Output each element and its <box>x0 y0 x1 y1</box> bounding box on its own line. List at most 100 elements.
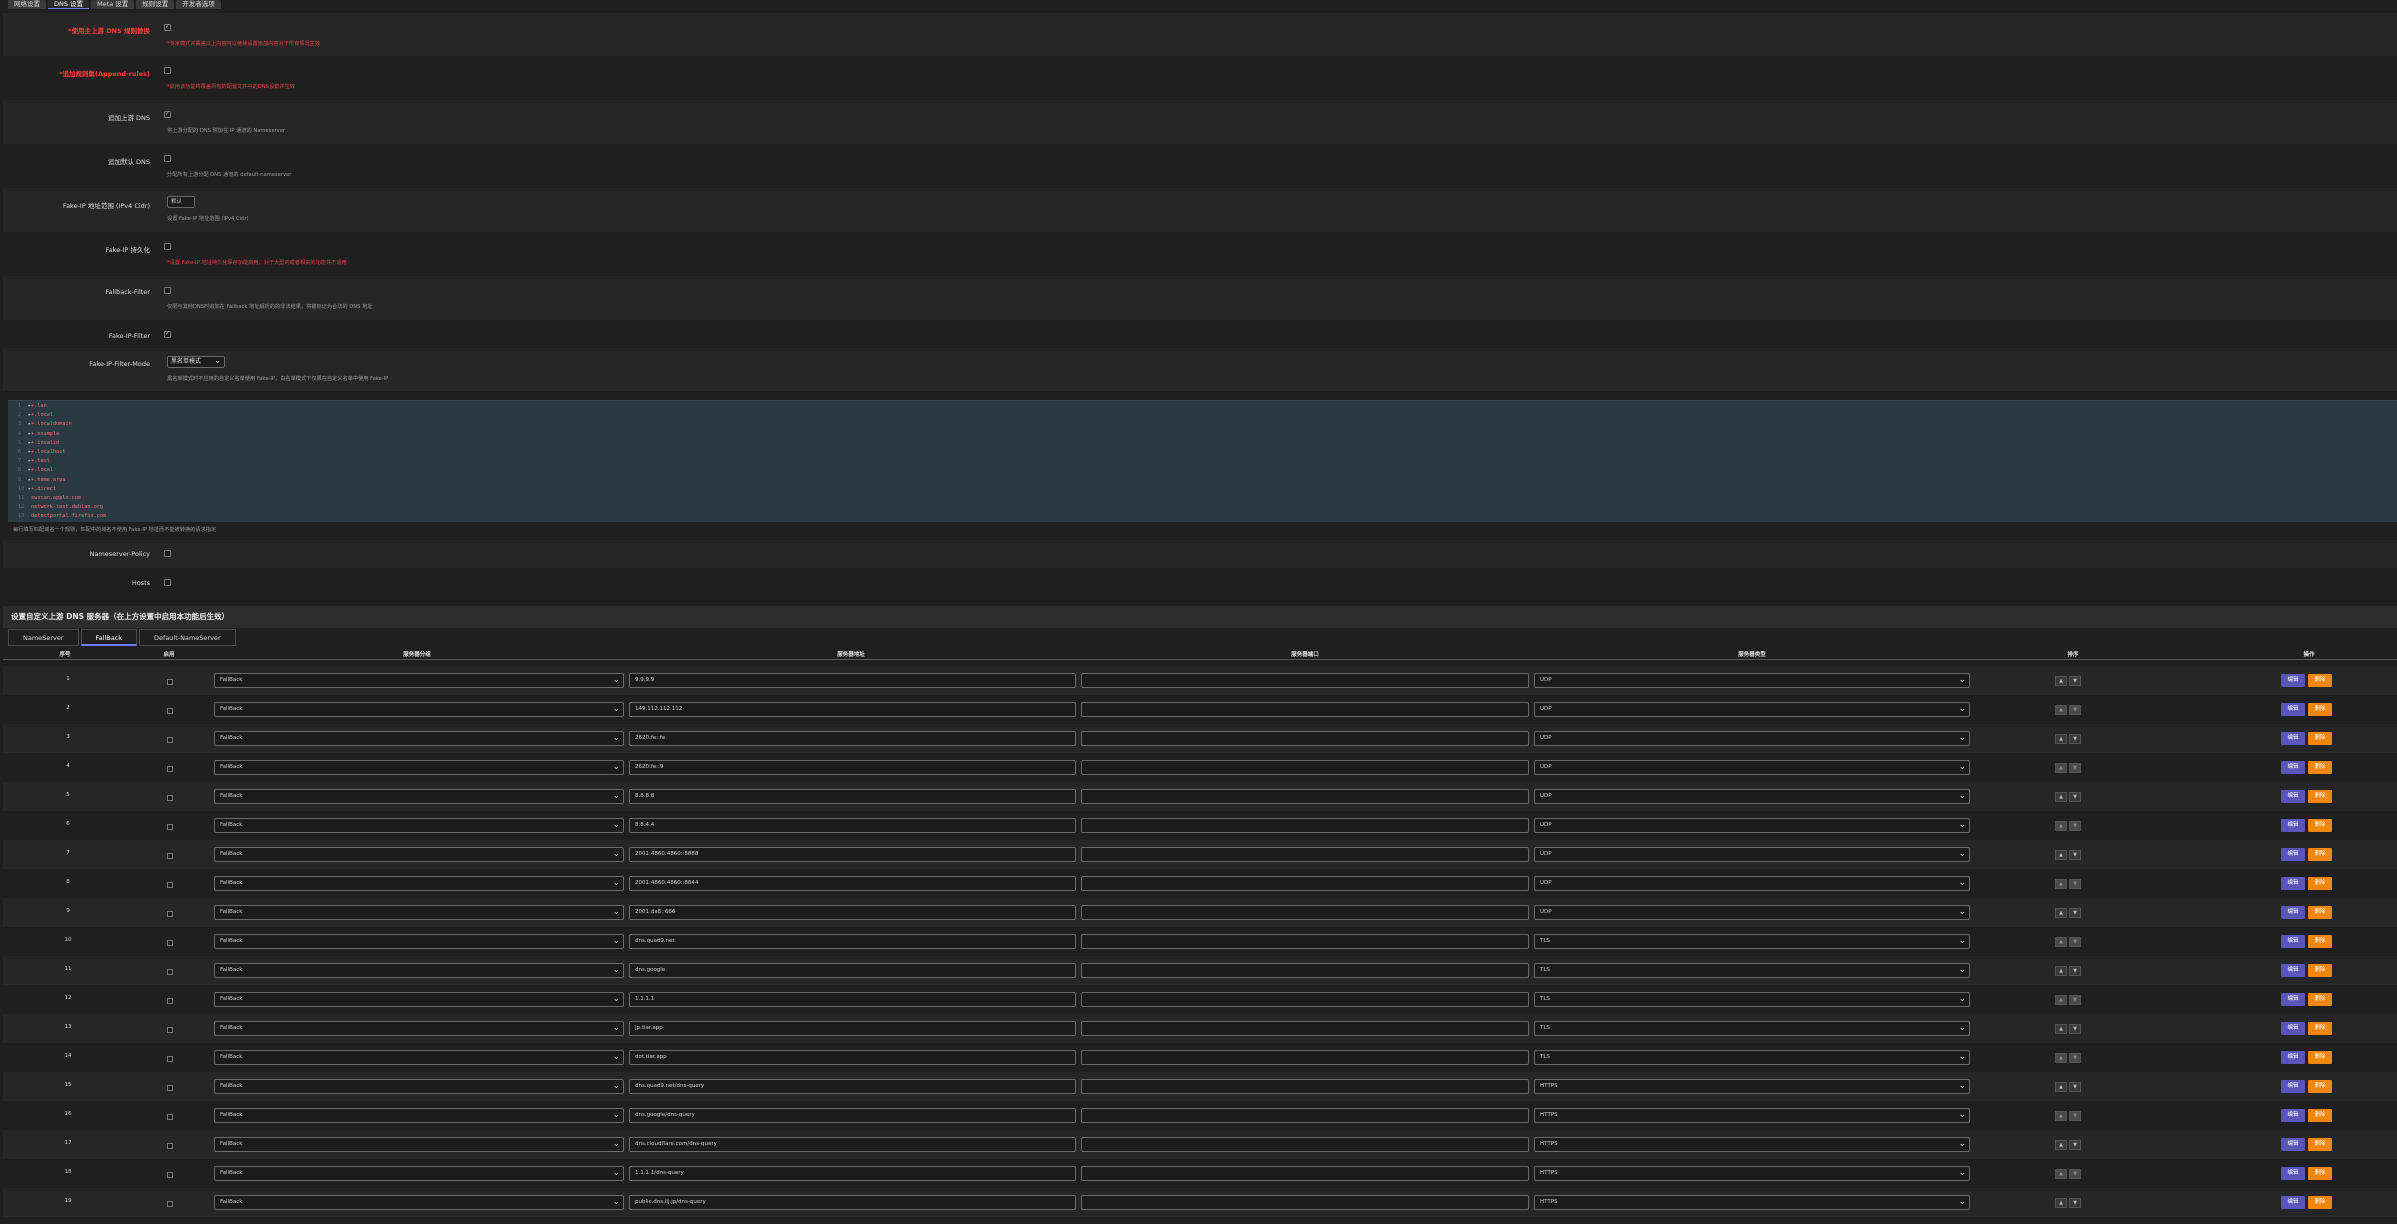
group-select[interactable]: FallBack ⌄ <box>214 1108 624 1123</box>
address-input[interactable]: 2001:da8::666 <box>629 905 1076 920</box>
row-enable-checkbox[interactable] <box>167 998 173 1004</box>
setting-checkbox[interactable] <box>164 67 171 74</box>
delete-button[interactable]: 删除 <box>2308 819 2332 832</box>
type-select[interactable]: TLS ⌄ <box>1534 963 1970 978</box>
group-select[interactable]: FallBack ⌄ <box>214 1021 624 1036</box>
move-up-button[interactable]: ▲ <box>2055 937 2067 947</box>
port-input[interactable] <box>1081 702 1529 717</box>
address-input[interactable]: 2620:fe::9 <box>629 760 1076 775</box>
address-input[interactable]: 1.1.1.1 <box>629 992 1076 1007</box>
row-enable-checkbox[interactable] <box>167 969 173 975</box>
type-select[interactable]: TLS ⌄ <box>1534 1050 1970 1065</box>
port-input[interactable] <box>1081 876 1529 891</box>
setting-checkbox[interactable] <box>164 330 171 338</box>
move-up-button[interactable]: ▲ <box>2055 763 2067 773</box>
move-up-button[interactable]: ▲ <box>2055 850 2067 860</box>
group-select[interactable]: FallBack ⌄ <box>214 818 624 833</box>
edit-button[interactable]: 编辑 <box>2281 993 2305 1006</box>
type-select[interactable]: HTTPS ⌄ <box>1534 1108 1970 1123</box>
move-up-button[interactable]: ▲ <box>2055 1169 2067 1179</box>
port-input[interactable] <box>1081 1108 1529 1123</box>
type-select[interactable]: UDP ⌄ <box>1534 789 1970 804</box>
tab-2[interactable]: Meta 设置 <box>91 0 135 9</box>
address-input[interactable]: jp.tiar.app <box>629 1021 1076 1036</box>
move-down-button[interactable]: ▼ <box>2069 1140 2081 1150</box>
port-input[interactable] <box>1081 818 1529 833</box>
edit-button[interactable]: 编辑 <box>2281 761 2305 774</box>
edit-button[interactable]: 编辑 <box>2281 1051 2305 1064</box>
edit-button[interactable]: 编辑 <box>2281 964 2305 977</box>
move-up-button[interactable]: ▲ <box>2055 821 2067 831</box>
move-up-button[interactable]: ▲ <box>2055 908 2067 918</box>
group-select[interactable]: FallBack ⌄ <box>214 992 624 1007</box>
delete-button[interactable]: 删除 <box>2308 1080 2332 1093</box>
type-select[interactable]: TLS ⌄ <box>1534 992 1970 1007</box>
port-input[interactable] <box>1081 1079 1529 1094</box>
address-input[interactable]: 1.1.1.1/dns-query <box>629 1166 1076 1181</box>
type-select[interactable]: UDP ⌄ <box>1534 673 1970 688</box>
row-enable-checkbox[interactable] <box>167 1143 173 1149</box>
delete-button[interactable]: 删除 <box>2308 964 2332 977</box>
move-up-button[interactable]: ▲ <box>2055 1140 2067 1150</box>
move-up-button[interactable]: ▲ <box>2055 879 2067 889</box>
move-down-button[interactable]: ▼ <box>2069 1111 2081 1121</box>
move-down-button[interactable]: ▼ <box>2069 1169 2081 1179</box>
move-up-button[interactable]: ▲ <box>2055 1053 2067 1063</box>
subtab-0[interactable]: NameServer <box>8 629 79 646</box>
row-enable-checkbox[interactable] <box>167 824 173 830</box>
edit-button[interactable]: 编辑 <box>2281 674 2305 687</box>
group-select[interactable]: FallBack ⌄ <box>214 1079 624 1094</box>
type-select[interactable]: HTTPS ⌄ <box>1534 1195 1970 1210</box>
move-down-button[interactable]: ▼ <box>2069 995 2081 1005</box>
address-input[interactable]: dns.quad9.net/dns-query <box>629 1079 1076 1094</box>
move-down-button[interactable]: ▼ <box>2069 879 2081 889</box>
setting-checkbox[interactable] <box>164 243 171 250</box>
row-enable-checkbox[interactable] <box>167 1085 173 1091</box>
setting-checkbox[interactable] <box>164 155 171 162</box>
tab-1[interactable]: DNS 设置 <box>48 0 90 9</box>
type-select[interactable]: HTTPS ⌄ <box>1534 1079 1970 1094</box>
type-select[interactable]: TLS ⌄ <box>1534 934 1970 949</box>
delete-button[interactable]: 删除 <box>2308 1109 2332 1122</box>
move-down-button[interactable]: ▼ <box>2069 966 2081 976</box>
setting-checkbox[interactable] <box>164 287 171 294</box>
group-select[interactable]: FallBack ⌄ <box>214 760 624 775</box>
edit-button[interactable]: 编辑 <box>2281 1167 2305 1180</box>
address-input[interactable]: dns.google <box>629 963 1076 978</box>
delete-button[interactable]: 删除 <box>2308 1138 2332 1151</box>
port-input[interactable] <box>1081 905 1529 920</box>
setting-checkbox[interactable] <box>164 23 171 31</box>
port-input[interactable] <box>1081 789 1529 804</box>
move-down-button[interactable]: ▼ <box>2069 792 2081 802</box>
row-enable-checkbox[interactable] <box>167 1027 173 1033</box>
row-enable-checkbox[interactable] <box>167 882 173 888</box>
row-enable-checkbox[interactable] <box>167 853 173 859</box>
port-input[interactable] <box>1081 760 1529 775</box>
type-select[interactable]: UDP ⌄ <box>1534 876 1970 891</box>
type-select[interactable]: HTTPS ⌄ <box>1534 1137 1970 1152</box>
edit-button[interactable]: 编辑 <box>2281 819 2305 832</box>
move-up-button[interactable]: ▲ <box>2055 792 2067 802</box>
group-select[interactable]: FallBack ⌄ <box>214 847 624 862</box>
row-enable-checkbox[interactable] <box>167 795 173 801</box>
move-up-button[interactable]: ▲ <box>2055 1082 2067 1092</box>
edit-button[interactable]: 编辑 <box>2281 790 2305 803</box>
move-down-button[interactable]: ▼ <box>2069 908 2081 918</box>
type-select[interactable]: UDP ⌄ <box>1534 847 1970 862</box>
row-enable-checkbox[interactable] <box>167 766 173 772</box>
move-up-button[interactable]: ▲ <box>2055 676 2067 686</box>
address-input[interactable]: 8.8.8.8 <box>629 789 1076 804</box>
row-enable-checkbox[interactable] <box>167 737 173 743</box>
group-select[interactable]: FallBack ⌄ <box>214 905 624 920</box>
row-enable-checkbox[interactable] <box>167 911 173 917</box>
edit-button[interactable]: 编辑 <box>2281 1080 2305 1093</box>
row-enable-checkbox[interactable] <box>167 679 173 685</box>
fake-ip-filter-editor[interactable]: 1 ▸+.lan 2 ▸+.local 3 ▸+.localdomain 4 ▸+.examp… <box>8 400 2397 522</box>
group-select[interactable]: FallBack ⌄ <box>214 702 624 717</box>
address-input[interactable]: dot.tiar.app <box>629 1050 1076 1065</box>
row-enable-checkbox[interactable] <box>167 1201 173 1207</box>
address-input[interactable]: 2001:4860:4860::8888 <box>629 847 1076 862</box>
port-input[interactable] <box>1081 847 1529 862</box>
address-input[interactable]: public.dns.iij.jp/dns-query <box>629 1195 1076 1210</box>
type-select[interactable]: UDP ⌄ <box>1534 731 1970 746</box>
